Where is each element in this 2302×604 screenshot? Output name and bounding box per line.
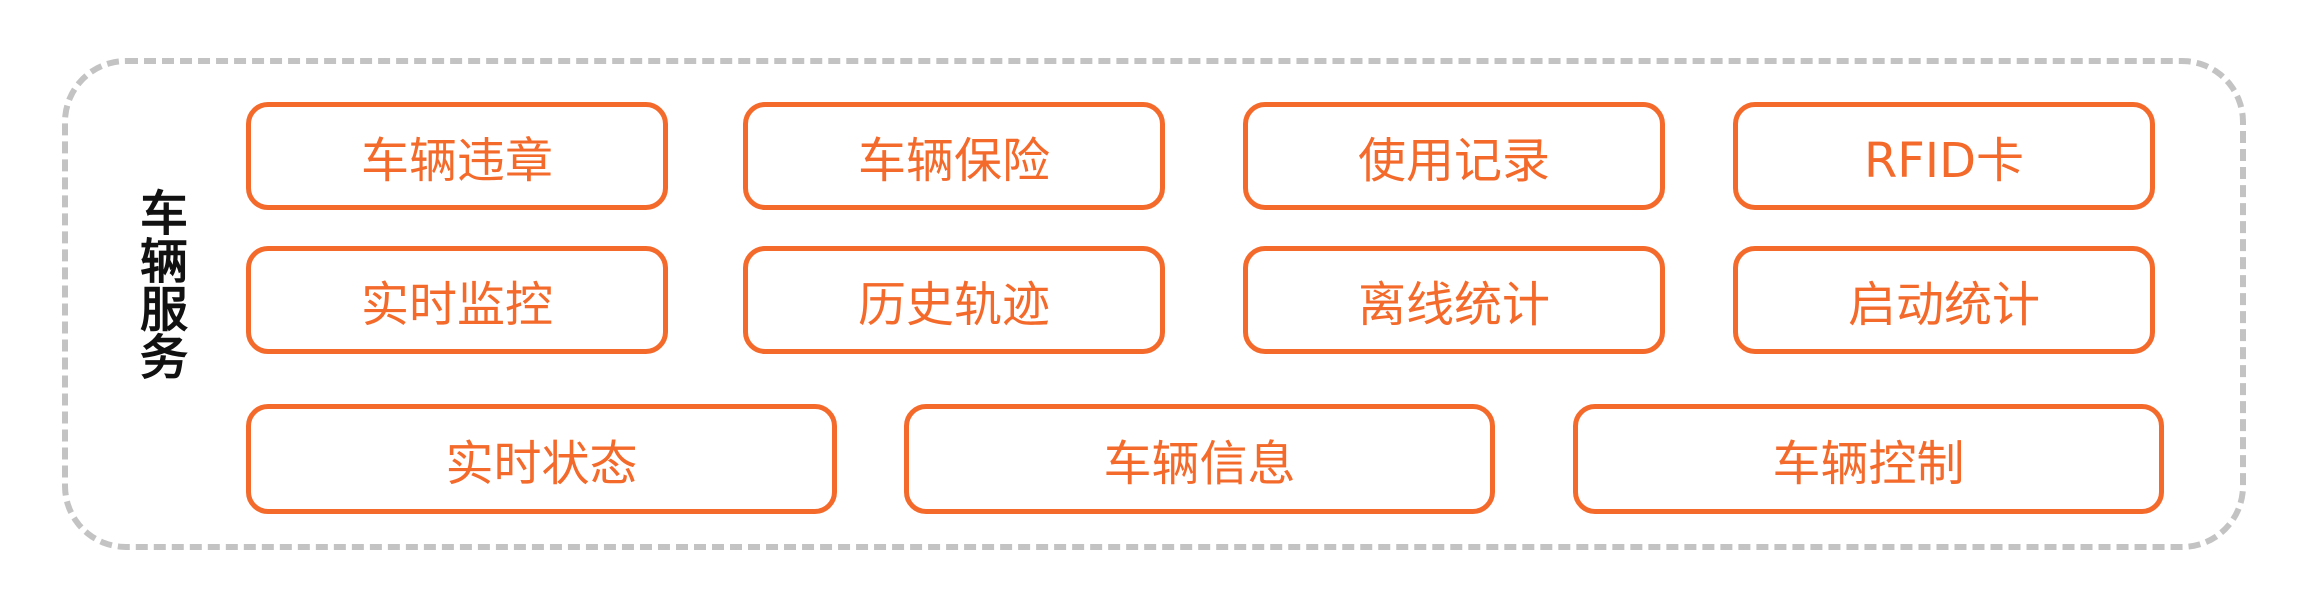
group-label: 车辆服务 <box>131 188 187 380</box>
module-realtime-monitoring[interactable]: 实时监控 <box>246 246 668 354</box>
module-offline-statistics[interactable]: 离线统计 <box>1243 246 1665 354</box>
module-vehicle-insurance[interactable]: 车辆保险 <box>743 102 1165 210</box>
module-history-track[interactable]: 历史轨迹 <box>743 246 1165 354</box>
module-rfid-card[interactable]: RFID卡 <box>1733 102 2155 210</box>
module-realtime-status[interactable]: 实时状态 <box>246 404 837 514</box>
module-startup-statistics[interactable]: 启动统计 <box>1733 246 2155 354</box>
module-vehicle-control[interactable]: 车辆控制 <box>1573 404 2164 514</box>
module-usage-records[interactable]: 使用记录 <box>1243 102 1665 210</box>
module-vehicle-info[interactable]: 车辆信息 <box>904 404 1495 514</box>
module-vehicle-violations[interactable]: 车辆违章 <box>246 102 668 210</box>
